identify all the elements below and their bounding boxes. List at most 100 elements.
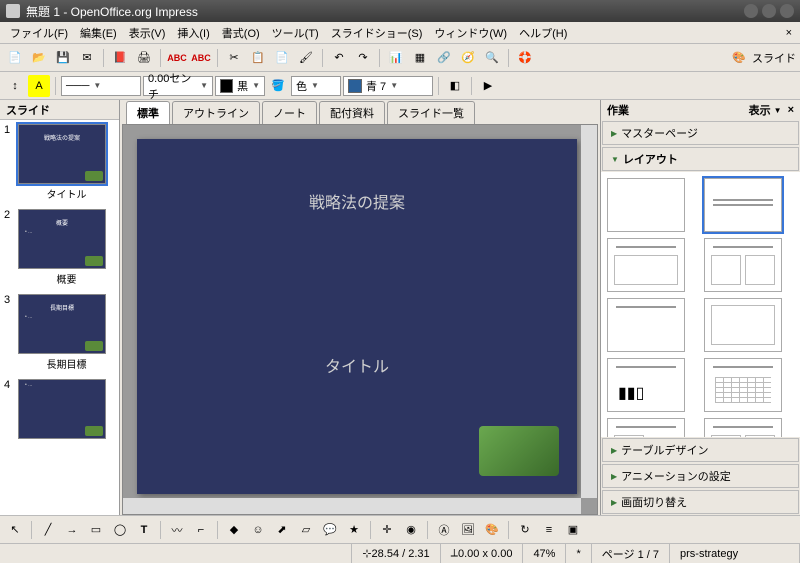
highlight-button[interactable]: A [28,75,50,97]
from-file-tool[interactable]: 🖼 [457,519,479,541]
task-display-menu[interactable]: 表示 [749,102,771,118]
menu-file[interactable]: ファイル(F) [4,23,74,43]
menu-window[interactable]: ウィンドウ(W) [428,23,513,43]
chart-button[interactable]: 📊 [385,47,407,69]
rect-tool[interactable]: ▭ [85,519,107,541]
line-color-combo[interactable]: 黒▼ [215,76,265,96]
align-tool[interactable]: ≡ [538,519,560,541]
layout-title[interactable] [704,178,782,232]
open-button[interactable]: 📂 [28,47,50,69]
line-style-combo[interactable]: ───▼ [61,76,141,96]
shadow-button[interactable]: ◧ [444,75,466,97]
text-tool[interactable]: T [133,519,155,541]
slide-subtitle-text[interactable]: タイトル [137,353,577,377]
curve-tool[interactable]: 〰 [166,519,188,541]
menu-slideshow[interactable]: スライドショー(S) [325,23,429,43]
flowchart-tool[interactable]: ▱ [295,519,317,541]
glue-tool[interactable]: ◉ [400,519,422,541]
cut-button[interactable]: ✂ [223,47,245,69]
section-animation[interactable]: ▶アニメーションの設定 [602,464,799,488]
autospell-button[interactable]: ABC [190,47,212,69]
tab-handout[interactable]: 配付資料 [319,101,385,124]
email-button[interactable]: ✉ [76,47,98,69]
tab-outline[interactable]: アウトライン [172,101,260,124]
layout-two-content[interactable] [704,238,782,292]
gallery-tool[interactable]: 🎨 [481,519,503,541]
horizontal-scrollbar[interactable] [123,498,581,514]
maximize-button[interactable] [762,4,776,18]
print-button[interactable]: 🖨 [133,47,155,69]
format-paint-button[interactable]: 🖌 [295,47,317,69]
line-tool[interactable]: ╱ [37,519,59,541]
task-close-icon[interactable]: × [788,104,794,116]
block-arrows-tool[interactable]: ⬈ [271,519,293,541]
slide-item[interactable]: 4 • ... [4,379,115,439]
zoom-button[interactable]: 🔍 [481,47,503,69]
slide-list[interactable]: 1 戦略法の提案 タイトル 2 概要• ... 概要 3 長期目標• ... 長… [0,120,119,515]
slide-thumbnail[interactable]: 長期目標• ... [18,294,106,354]
vertical-scrollbar[interactable] [581,125,597,498]
slide-thumbnail[interactable]: • ... [18,379,106,439]
status-zoom[interactable]: 47% [523,544,566,563]
help-button[interactable]: 🛟 [514,47,536,69]
select-tool[interactable]: ↖ [4,519,26,541]
fill-color-combo[interactable]: 青 7▼ [343,76,433,96]
tab-sorter[interactable]: スライド一覧 [387,101,475,124]
new-button[interactable]: 📄 [4,47,26,69]
points-tool[interactable]: ✛ [376,519,398,541]
hyperlink-button[interactable]: 🔗 [433,47,455,69]
navigator-button[interactable]: 🧭 [457,47,479,69]
undo-button[interactable]: ↶ [328,47,350,69]
slide-graphic[interactable] [479,426,559,476]
stars-tool[interactable]: ★ [343,519,365,541]
section-table[interactable]: ▶テーブルデザイン [602,438,799,462]
slide-canvas[interactable]: 戦略法の提案 タイトル [137,139,577,494]
section-transition[interactable]: ▶画面切り替え [602,490,799,514]
layout-chart-text[interactable] [704,418,782,437]
section-layout[interactable]: ▼レイアウト [602,147,799,171]
rotate-tool[interactable]: ↻ [514,519,536,541]
save-button[interactable]: 💾 [52,47,74,69]
layout-content[interactable] [607,238,685,292]
menu-edit[interactable]: 編集(E) [74,23,123,43]
pdf-button[interactable]: 📕 [109,47,131,69]
menu-tools[interactable]: ツール(T) [266,23,325,43]
callout-tool[interactable]: 💬 [319,519,341,541]
redo-button[interactable]: ↷ [352,47,374,69]
connector-tool[interactable]: ⌐ [190,519,212,541]
slide-item[interactable]: 2 概要• ... 概要 [4,209,115,286]
basic-shapes-tool[interactable]: ◆ [223,519,245,541]
menu-format[interactable]: 書式(O) [216,23,266,43]
layout-centered[interactable] [704,298,782,352]
slide-item[interactable]: 1 戦略法の提案 タイトル [4,124,115,201]
menu-close-icon[interactable]: × [782,27,796,39]
layout-clip[interactable] [607,418,685,437]
spellcheck-button[interactable]: ABC [166,47,188,69]
arrange-tool[interactable]: ▣ [562,519,584,541]
fill-bucket-icon[interactable]: 🪣 [267,75,289,97]
ellipse-tool[interactable]: ◯ [109,519,131,541]
layout-table[interactable] [704,358,782,412]
presentation-button[interactable]: ▶ [477,75,499,97]
close-button[interactable] [780,4,794,18]
layout-title-only[interactable] [607,298,685,352]
symbol-shapes-tool[interactable]: ☺ [247,519,269,541]
layout-blank[interactable] [607,178,685,232]
section-master[interactable]: ▶マスターページ [602,121,799,145]
layout-chart[interactable]: ▮▮▯ [607,358,685,412]
menu-view[interactable]: 表示(V) [123,23,172,43]
copy-button[interactable]: 📋 [247,47,269,69]
fill-type-combo[interactable]: 色▼ [291,76,341,96]
tab-notes[interactable]: ノート [262,101,317,124]
slide-item[interactable]: 3 長期目標• ... 長期目標 [4,294,115,371]
menu-help[interactable]: ヘルプ(H) [513,23,573,43]
dropdown-icon[interactable]: ▼ [774,106,782,115]
slide-thumbnail[interactable]: 概要• ... [18,209,106,269]
table-button[interactable]: ▦ [409,47,431,69]
slide-toggle-label[interactable]: スライド [752,50,796,66]
arrow-tool[interactable]: → [61,519,83,541]
line-width-combo[interactable]: 0.00センチ▼ [143,76,213,96]
slide-title-text[interactable]: 戦略法の提案 [137,139,577,213]
menu-insert[interactable]: 挿入(I) [171,23,215,43]
fontwork-tool[interactable]: Ⓐ [433,519,455,541]
